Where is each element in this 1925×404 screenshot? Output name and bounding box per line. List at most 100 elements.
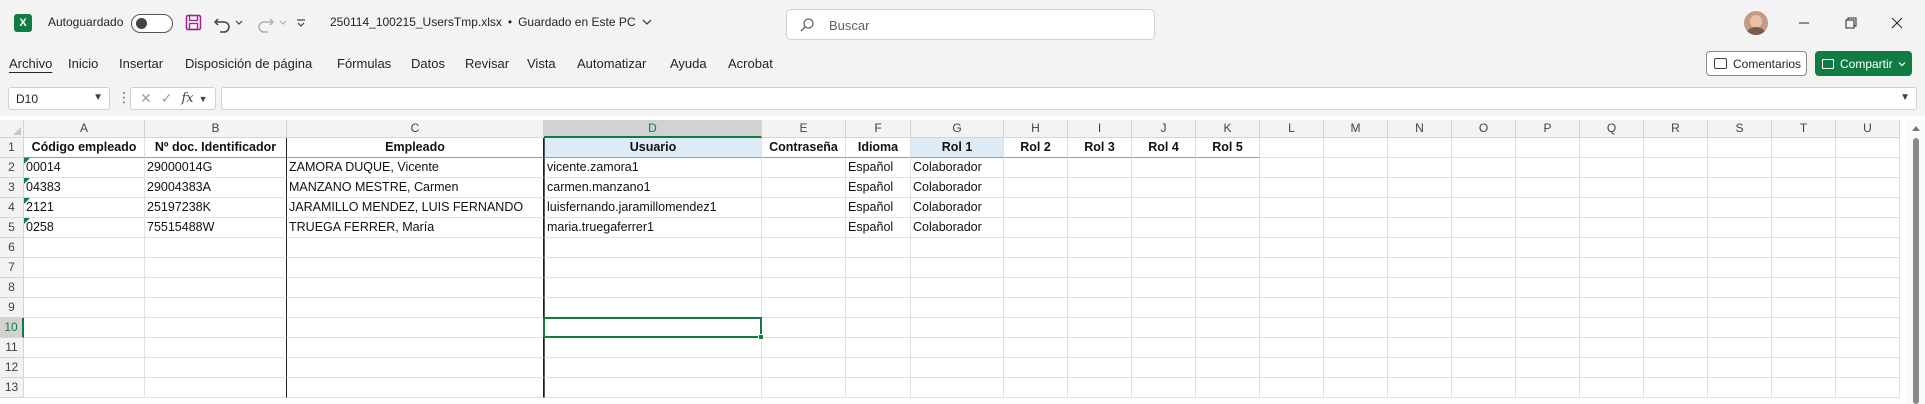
empty-cell[interactable]	[1580, 238, 1644, 258]
minimize-icon[interactable]	[1793, 12, 1815, 34]
empty-cell[interactable]	[1644, 278, 1708, 298]
empty-cell[interactable]	[1324, 338, 1388, 358]
empty-cell[interactable]	[145, 258, 287, 278]
row-header-11[interactable]: 11	[0, 338, 24, 358]
tab-vista[interactable]: Vista	[527, 56, 556, 71]
select-all-corner[interactable]	[0, 120, 24, 138]
empty-cell[interactable]	[24, 378, 145, 398]
data-cell[interactable]: Español	[846, 158, 911, 178]
empty-cell[interactable]	[1196, 358, 1260, 378]
row-header-12[interactable]: 12	[0, 358, 24, 378]
empty-cell[interactable]	[1580, 378, 1644, 398]
empty-cell[interactable]	[1196, 198, 1260, 218]
empty-cell[interactable]	[544, 378, 762, 398]
row-header-2[interactable]: 2	[0, 158, 24, 178]
expand-formula-icon[interactable]: ▼	[1900, 92, 1910, 103]
empty-cell[interactable]	[1580, 178, 1644, 198]
cancel-icon[interactable]: ✕	[140, 90, 152, 107]
empty-cell[interactable]	[1836, 278, 1900, 298]
empty-cell[interactable]	[1836, 198, 1900, 218]
column-header-p[interactable]: P	[1516, 120, 1580, 138]
empty-cell[interactable]	[1708, 278, 1772, 298]
empty-cell[interactable]	[1772, 258, 1836, 278]
empty-cell[interactable]	[24, 278, 145, 298]
empty-cell[interactable]	[1388, 378, 1452, 398]
empty-cell[interactable]	[1836, 178, 1900, 198]
header-cell[interactable]: Rol 3	[1068, 138, 1132, 158]
data-cell[interactable]: carmen.manzano1	[544, 178, 762, 198]
tab-archivo[interactable]: Archivo	[9, 56, 52, 71]
empty-cell[interactable]	[846, 358, 911, 378]
empty-cell[interactable]	[1004, 178, 1068, 198]
empty-cell[interactable]	[1388, 258, 1452, 278]
empty-cell[interactable]	[1068, 238, 1132, 258]
empty-cell[interactable]	[1516, 258, 1580, 278]
formula-input[interactable]: ▼	[221, 87, 1917, 110]
empty-cell[interactable]	[1708, 138, 1772, 158]
tab-inicio[interactable]: Inicio	[68, 56, 98, 71]
empty-cell[interactable]	[911, 258, 1004, 278]
empty-cell[interactable]	[287, 298, 544, 318]
empty-cell[interactable]	[1004, 198, 1068, 218]
empty-cell[interactable]	[145, 358, 287, 378]
empty-cell[interactable]	[1772, 318, 1836, 338]
empty-cell[interactable]	[1260, 358, 1324, 378]
empty-cell[interactable]	[1452, 318, 1516, 338]
empty-cell[interactable]	[846, 298, 911, 318]
empty-cell[interactable]	[1388, 218, 1452, 238]
data-cell[interactable]: 2121	[24, 198, 145, 218]
empty-cell[interactable]	[145, 238, 287, 258]
empty-cell[interactable]	[1068, 298, 1132, 318]
empty-cell[interactable]	[1580, 298, 1644, 318]
empty-cell[interactable]	[1836, 218, 1900, 238]
empty-cell[interactable]	[1388, 138, 1452, 158]
insert-function-icon[interactable]: fx	[181, 91, 193, 106]
empty-cell[interactable]	[1196, 298, 1260, 318]
empty-cell[interactable]	[1260, 138, 1324, 158]
empty-cell[interactable]	[1260, 158, 1324, 178]
empty-cell[interactable]	[1708, 318, 1772, 338]
empty-cell[interactable]	[1132, 278, 1196, 298]
empty-cell[interactable]	[1644, 158, 1708, 178]
empty-cell[interactable]	[1644, 338, 1708, 358]
empty-cell[interactable]	[1452, 338, 1516, 358]
tab-ayuda[interactable]: Ayuda	[670, 56, 707, 71]
empty-cell[interactable]	[287, 318, 544, 338]
empty-cell[interactable]	[1004, 358, 1068, 378]
empty-cell[interactable]	[1772, 218, 1836, 238]
empty-cell[interactable]	[1452, 278, 1516, 298]
empty-cell[interactable]	[1452, 158, 1516, 178]
empty-cell[interactable]	[1580, 158, 1644, 178]
empty-cell[interactable]	[544, 238, 762, 258]
empty-cell[interactable]	[1196, 378, 1260, 398]
column-header-o[interactable]: O	[1452, 120, 1516, 138]
empty-cell[interactable]	[145, 378, 287, 398]
empty-cell[interactable]	[544, 278, 762, 298]
empty-cell[interactable]	[1388, 298, 1452, 318]
data-cell[interactable]: 04383	[24, 178, 145, 198]
row-header-3[interactable]: 3	[0, 178, 24, 198]
empty-cell[interactable]	[846, 258, 911, 278]
column-header-n[interactable]: N	[1388, 120, 1452, 138]
empty-cell[interactable]	[1836, 258, 1900, 278]
empty-cell[interactable]	[1452, 298, 1516, 318]
empty-cell[interactable]	[1068, 158, 1132, 178]
empty-cell[interactable]	[1772, 378, 1836, 398]
empty-cell[interactable]	[145, 298, 287, 318]
empty-cell[interactable]	[1516, 298, 1580, 318]
share-button[interactable]: Compartir	[1815, 51, 1912, 76]
column-header-l[interactable]: L	[1260, 120, 1324, 138]
avatar[interactable]	[1744, 11, 1768, 35]
empty-cell[interactable]	[1324, 378, 1388, 398]
empty-cell[interactable]	[1388, 278, 1452, 298]
empty-cell[interactable]	[544, 338, 762, 358]
empty-cell[interactable]	[1772, 278, 1836, 298]
empty-cell[interactable]	[1324, 258, 1388, 278]
empty-cell[interactable]	[1836, 138, 1900, 158]
data-cell[interactable]: JARAMILLO MENDEZ, LUIS FERNANDO	[287, 198, 544, 218]
empty-cell[interactable]	[1580, 358, 1644, 378]
column-header-c[interactable]: C	[287, 120, 544, 138]
header-cell[interactable]: Empleado	[287, 138, 544, 158]
empty-cell[interactable]	[1388, 198, 1452, 218]
empty-cell[interactable]	[1132, 378, 1196, 398]
